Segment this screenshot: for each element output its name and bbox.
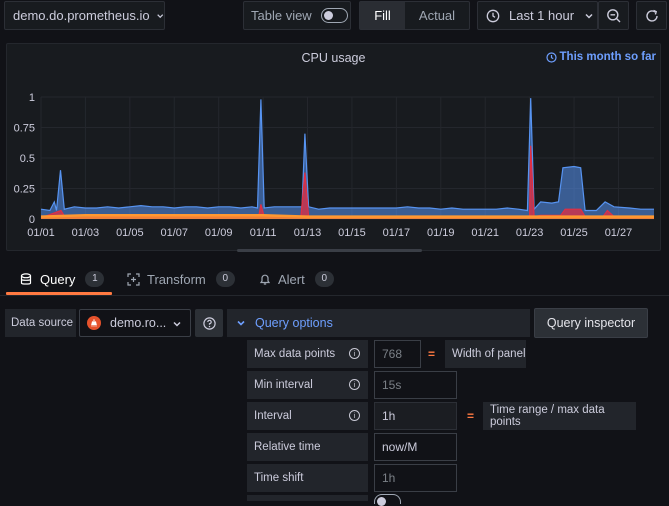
- info-icon: i: [349, 410, 360, 421]
- data-source-value: demo.ro...: [110, 316, 167, 330]
- zoom-out-button[interactable]: [598, 1, 629, 30]
- y-tick-label: 0.5: [20, 153, 35, 165]
- info-icon: i: [349, 379, 360, 390]
- x-tick-label: 01/11: [250, 227, 277, 239]
- y-tick-label: 0.25: [14, 184, 35, 196]
- chevron-down-icon: [173, 321, 181, 327]
- datasource-picker[interactable]: demo.do.prometheus.io: [4, 1, 165, 30]
- cpu-usage-chart[interactable]: 0 0.25 0.5 0.75 1 01/01 01/03 01/05 01/07 01/09 01…: [7, 44, 662, 252]
- x-tick-label: 01/27: [605, 227, 633, 239]
- series-line: [40, 214, 654, 218]
- tab-query-count: 1: [85, 271, 105, 287]
- transform-icon: [127, 272, 140, 286]
- datasource-name: demo.do.prometheus.io: [13, 8, 150, 23]
- x-tick-label: 01/21: [471, 227, 499, 239]
- relative-time-label: Relative time: [247, 433, 368, 461]
- actual-button[interactable]: Actual: [405, 2, 469, 29]
- tab-transform-count: 0: [215, 271, 235, 287]
- x-tick-label: 01/09: [205, 227, 233, 239]
- chevron-down-icon: [156, 13, 163, 18]
- max-data-points-label: Max data points i: [247, 340, 368, 368]
- tab-alert-label: Alert: [278, 271, 305, 287]
- interval-value: 1h: [374, 402, 457, 430]
- x-tick-label: 01/25: [560, 227, 588, 239]
- min-interval-input[interactable]: 15s: [374, 371, 457, 399]
- active-tab-indicator: [6, 292, 112, 295]
- fill-button[interactable]: Fill: [360, 2, 405, 29]
- clock-icon: [486, 9, 500, 22]
- query-editor: Data source demo.ro... Query options Que…: [0, 297, 669, 506]
- query-inspector-button[interactable]: Query inspector: [534, 308, 648, 338]
- width-of-panel-note: Width of panel: [445, 340, 526, 368]
- relative-time-input[interactable]: now/M: [374, 433, 457, 461]
- time-range-label: Last 1 hour: [509, 8, 575, 23]
- refresh-icon: [645, 9, 658, 22]
- database-icon: [20, 272, 32, 285]
- tab-transform[interactable]: Transform 0: [127, 262, 235, 296]
- y-tick-label: 0: [29, 214, 35, 226]
- table-view-toggle[interactable]: Table view: [243, 1, 351, 30]
- y-tick-label: 1: [29, 92, 35, 104]
- toggle-switch[interactable]: [320, 8, 348, 23]
- hide-time-info-row: [247, 495, 368, 501]
- x-tick-label: 01/15: [338, 227, 366, 239]
- time-range-picker[interactable]: Last 1 hour: [477, 1, 598, 30]
- chevron-down-icon: [237, 320, 245, 326]
- equals-sign: =: [467, 409, 475, 423]
- fill-actual-group: Fill Actual: [359, 1, 470, 30]
- tab-query-label: Query: [40, 271, 76, 287]
- x-tick-label: 01/05: [116, 227, 144, 239]
- panel-preview: CPU usage This month so far 0 0.25 0.5 0.75…: [6, 43, 662, 252]
- zoom-out-icon: [606, 8, 620, 22]
- toggle-knob: [323, 11, 333, 20]
- x-tick-label: 01/03: [72, 227, 100, 239]
- time-shift-input[interactable]: 1h: [374, 464, 457, 492]
- info-icon: i: [349, 348, 360, 359]
- x-tick-label: 01/19: [427, 227, 455, 239]
- data-source-picker[interactable]: demo.ro...: [79, 309, 191, 337]
- max-data-points-input[interactable]: 768: [374, 340, 421, 368]
- x-tick-label: 01/13: [294, 227, 322, 239]
- min-interval-label: Min interval i: [247, 371, 368, 399]
- hide-time-info-toggle[interactable]: [374, 494, 401, 506]
- series-area: [41, 98, 654, 219]
- tab-query[interactable]: Query 1: [20, 262, 105, 296]
- interval-label: Interval i: [247, 402, 368, 430]
- query-options-label: Query options: [255, 316, 333, 330]
- prometheus-icon: [87, 316, 101, 330]
- tab-alert-count: 0: [314, 271, 334, 287]
- tab-transform-label: Transform: [147, 271, 206, 287]
- table-view-label: Table view: [251, 8, 312, 23]
- y-tick-label: 0.75: [14, 123, 35, 135]
- x-tick-label: 01/07: [160, 227, 188, 239]
- equals-sign: =: [428, 347, 436, 361]
- toggle-knob: [377, 497, 386, 506]
- refresh-button[interactable]: [636, 1, 667, 30]
- question-circle-icon: [202, 316, 216, 330]
- x-tick-label: 01/01: [27, 227, 55, 239]
- x-tick-label: 01/23: [516, 227, 544, 239]
- editor-tabs: Query 1 Transform 0 Alert 0: [0, 262, 669, 296]
- interval-note: Time range / max data points: [483, 402, 636, 430]
- panel-resize-handle[interactable]: [237, 249, 422, 252]
- x-tick-label: 01/17: [383, 227, 411, 239]
- query-options-toggle[interactable]: Query options: [227, 309, 530, 337]
- tab-alert[interactable]: Alert 0: [259, 262, 334, 296]
- data-source-label: Data source: [5, 309, 76, 337]
- time-shift-label: Time shift: [247, 464, 368, 492]
- chevron-down-icon: [585, 13, 593, 19]
- bell-icon: [259, 274, 271, 285]
- help-button[interactable]: [195, 309, 223, 337]
